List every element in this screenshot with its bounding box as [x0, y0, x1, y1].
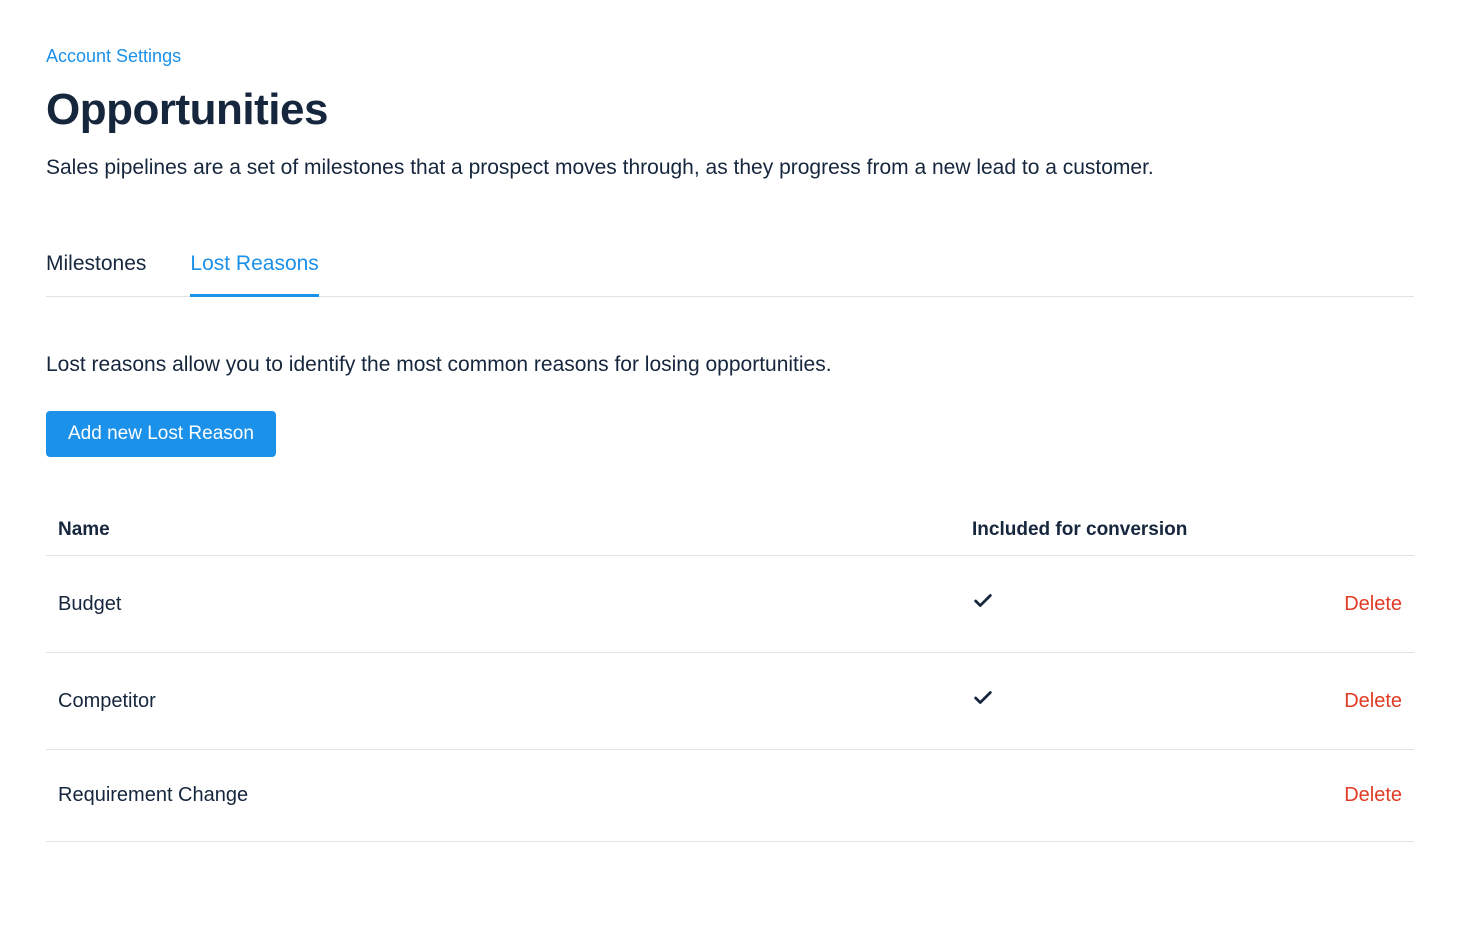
table-body: BudgetDeleteCompetitorDeleteRequirement … [46, 556, 1414, 842]
delete-button[interactable]: Delete [1312, 593, 1402, 616]
tab-milestones[interactable]: Milestones [46, 252, 146, 296]
tab-lost-reasons[interactable]: Lost Reasons [190, 252, 318, 296]
check-icon [972, 590, 994, 612]
row-conversion [972, 590, 1312, 618]
row-conversion [972, 687, 1312, 715]
breadcrumb-link[interactable]: Account Settings [46, 46, 181, 67]
table-row: Requirement Change Delete [46, 750, 1414, 842]
column-header-conversion: Included for conversion [972, 519, 1312, 541]
table-header: Name Included for conversion [46, 505, 1414, 556]
lost-reasons-table: Name Included for conversion Budget Delet… [46, 505, 1414, 842]
delete-button[interactable]: Delete [1312, 690, 1402, 713]
delete-button[interactable]: Delete [1312, 784, 1402, 807]
table-row: Budget Delete [46, 556, 1414, 653]
add-lost-reason-button[interactable]: Add new Lost Reason [46, 411, 276, 457]
column-header-name: Name [58, 519, 972, 541]
row-name[interactable]: Budget [58, 593, 972, 616]
section-description: Lost reasons allow you to identify the m… [46, 353, 1414, 377]
tab-content: Lost reasons allow you to identify the m… [46, 297, 1414, 842]
row-name[interactable]: Requirement Change [58, 784, 972, 807]
page-title: Opportunities [46, 85, 1414, 135]
table-row: Competitor Delete [46, 653, 1414, 750]
row-name[interactable]: Competitor [58, 690, 972, 713]
tabs-container: Milestones Lost Reasons [46, 252, 1414, 297]
check-icon [972, 687, 994, 709]
page-description: Sales pipelines are a set of milestones … [46, 153, 1414, 182]
column-header-action [1312, 519, 1402, 541]
